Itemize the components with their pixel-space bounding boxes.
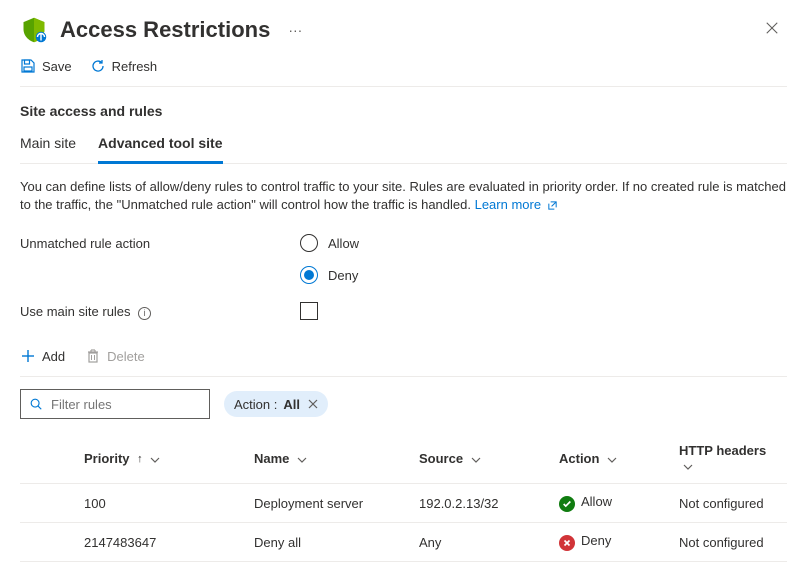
shield-icon [20, 16, 48, 44]
more-menu-button[interactable]: ··· [288, 22, 302, 38]
filter-pill-value: All [283, 397, 300, 412]
x-icon [559, 535, 575, 551]
description-text: You can define lists of allow/deny rules… [20, 179, 786, 212]
column-header-http-headers[interactable]: HTTP headers [673, 433, 787, 484]
filter-input[interactable] [51, 397, 227, 412]
column-header-source[interactable]: Source [413, 433, 553, 484]
cell-name: Deny all [248, 523, 413, 562]
trash-icon [85, 348, 101, 364]
column-header-name[interactable]: Name [248, 433, 413, 484]
learn-more-link[interactable]: Learn more [475, 197, 558, 212]
unmatched-rule-action-radio-group: Allow Deny [300, 234, 359, 284]
tabs: Main site Advanced tool site [20, 127, 787, 164]
cell-http-headers: Not configured [673, 523, 787, 562]
rules-table: Priority ↑ Name Source [20, 433, 787, 562]
section-title: Site access and rules [20, 103, 787, 119]
cell-action: Allow [553, 484, 673, 523]
use-main-site-rules-label: Use main site rules [20, 304, 131, 319]
search-icon [29, 397, 43, 411]
use-main-site-rules-checkbox[interactable] [300, 302, 318, 320]
tab-main-site[interactable]: Main site [20, 127, 76, 163]
save-label: Save [42, 59, 72, 74]
radio-allow[interactable]: Allow [300, 234, 359, 252]
filter-input-wrapper[interactable] [20, 389, 210, 419]
unmatched-rule-action-label: Unmatched rule action [20, 236, 150, 251]
column-header-action[interactable]: Action [553, 433, 673, 484]
refresh-button[interactable]: Refresh [90, 58, 158, 74]
save-button[interactable]: Save [20, 58, 72, 74]
cell-http-headers: Not configured [673, 484, 787, 523]
cell-name: Deployment server [248, 484, 413, 523]
save-icon [20, 58, 36, 74]
radio-circle-icon [300, 234, 318, 252]
cell-source: Any [413, 523, 553, 562]
delete-label: Delete [107, 349, 145, 364]
chevron-down-icon [297, 451, 307, 466]
chevron-down-icon [471, 451, 481, 466]
cell-priority: 100 [78, 484, 248, 523]
close-icon[interactable] [306, 397, 318, 412]
refresh-icon [90, 58, 106, 74]
chevron-down-icon [683, 458, 693, 473]
info-icon[interactable]: i [138, 307, 151, 320]
close-button[interactable] [757, 17, 787, 44]
cell-source: 192.0.2.13/32 [413, 484, 553, 523]
description: You can define lists of allow/deny rules… [20, 178, 787, 216]
chevron-down-icon [607, 451, 617, 466]
close-icon [765, 21, 779, 35]
refresh-label: Refresh [112, 59, 158, 74]
radio-deny-label: Deny [328, 268, 358, 283]
sort-ascending-icon: ↑ [137, 453, 143, 465]
page-title: Access Restrictions [60, 17, 270, 43]
external-link-icon [547, 198, 558, 216]
table-row[interactable]: 100Deployment server192.0.2.13/32AllowNo… [20, 484, 787, 523]
column-header-priority[interactable]: Priority ↑ [78, 433, 248, 484]
cell-priority: 2147483647 [78, 523, 248, 562]
check-icon [559, 496, 575, 512]
filter-pill-action[interactable]: Action : All [224, 391, 328, 417]
chevron-down-icon [150, 451, 160, 466]
filter-pill-key: Action : [234, 397, 277, 412]
add-button[interactable]: Add [20, 348, 65, 364]
delete-button[interactable]: Delete [85, 348, 145, 364]
add-label: Add [42, 349, 65, 364]
radio-deny[interactable]: Deny [300, 266, 359, 284]
radio-circle-icon [300, 266, 318, 284]
plus-icon [20, 348, 36, 364]
tab-advanced-tool-site[interactable]: Advanced tool site [98, 127, 222, 164]
table-row[interactable]: 2147483647Deny allAnyDenyNot configured [20, 523, 787, 562]
radio-allow-label: Allow [328, 236, 359, 251]
cell-action: Deny [553, 523, 673, 562]
